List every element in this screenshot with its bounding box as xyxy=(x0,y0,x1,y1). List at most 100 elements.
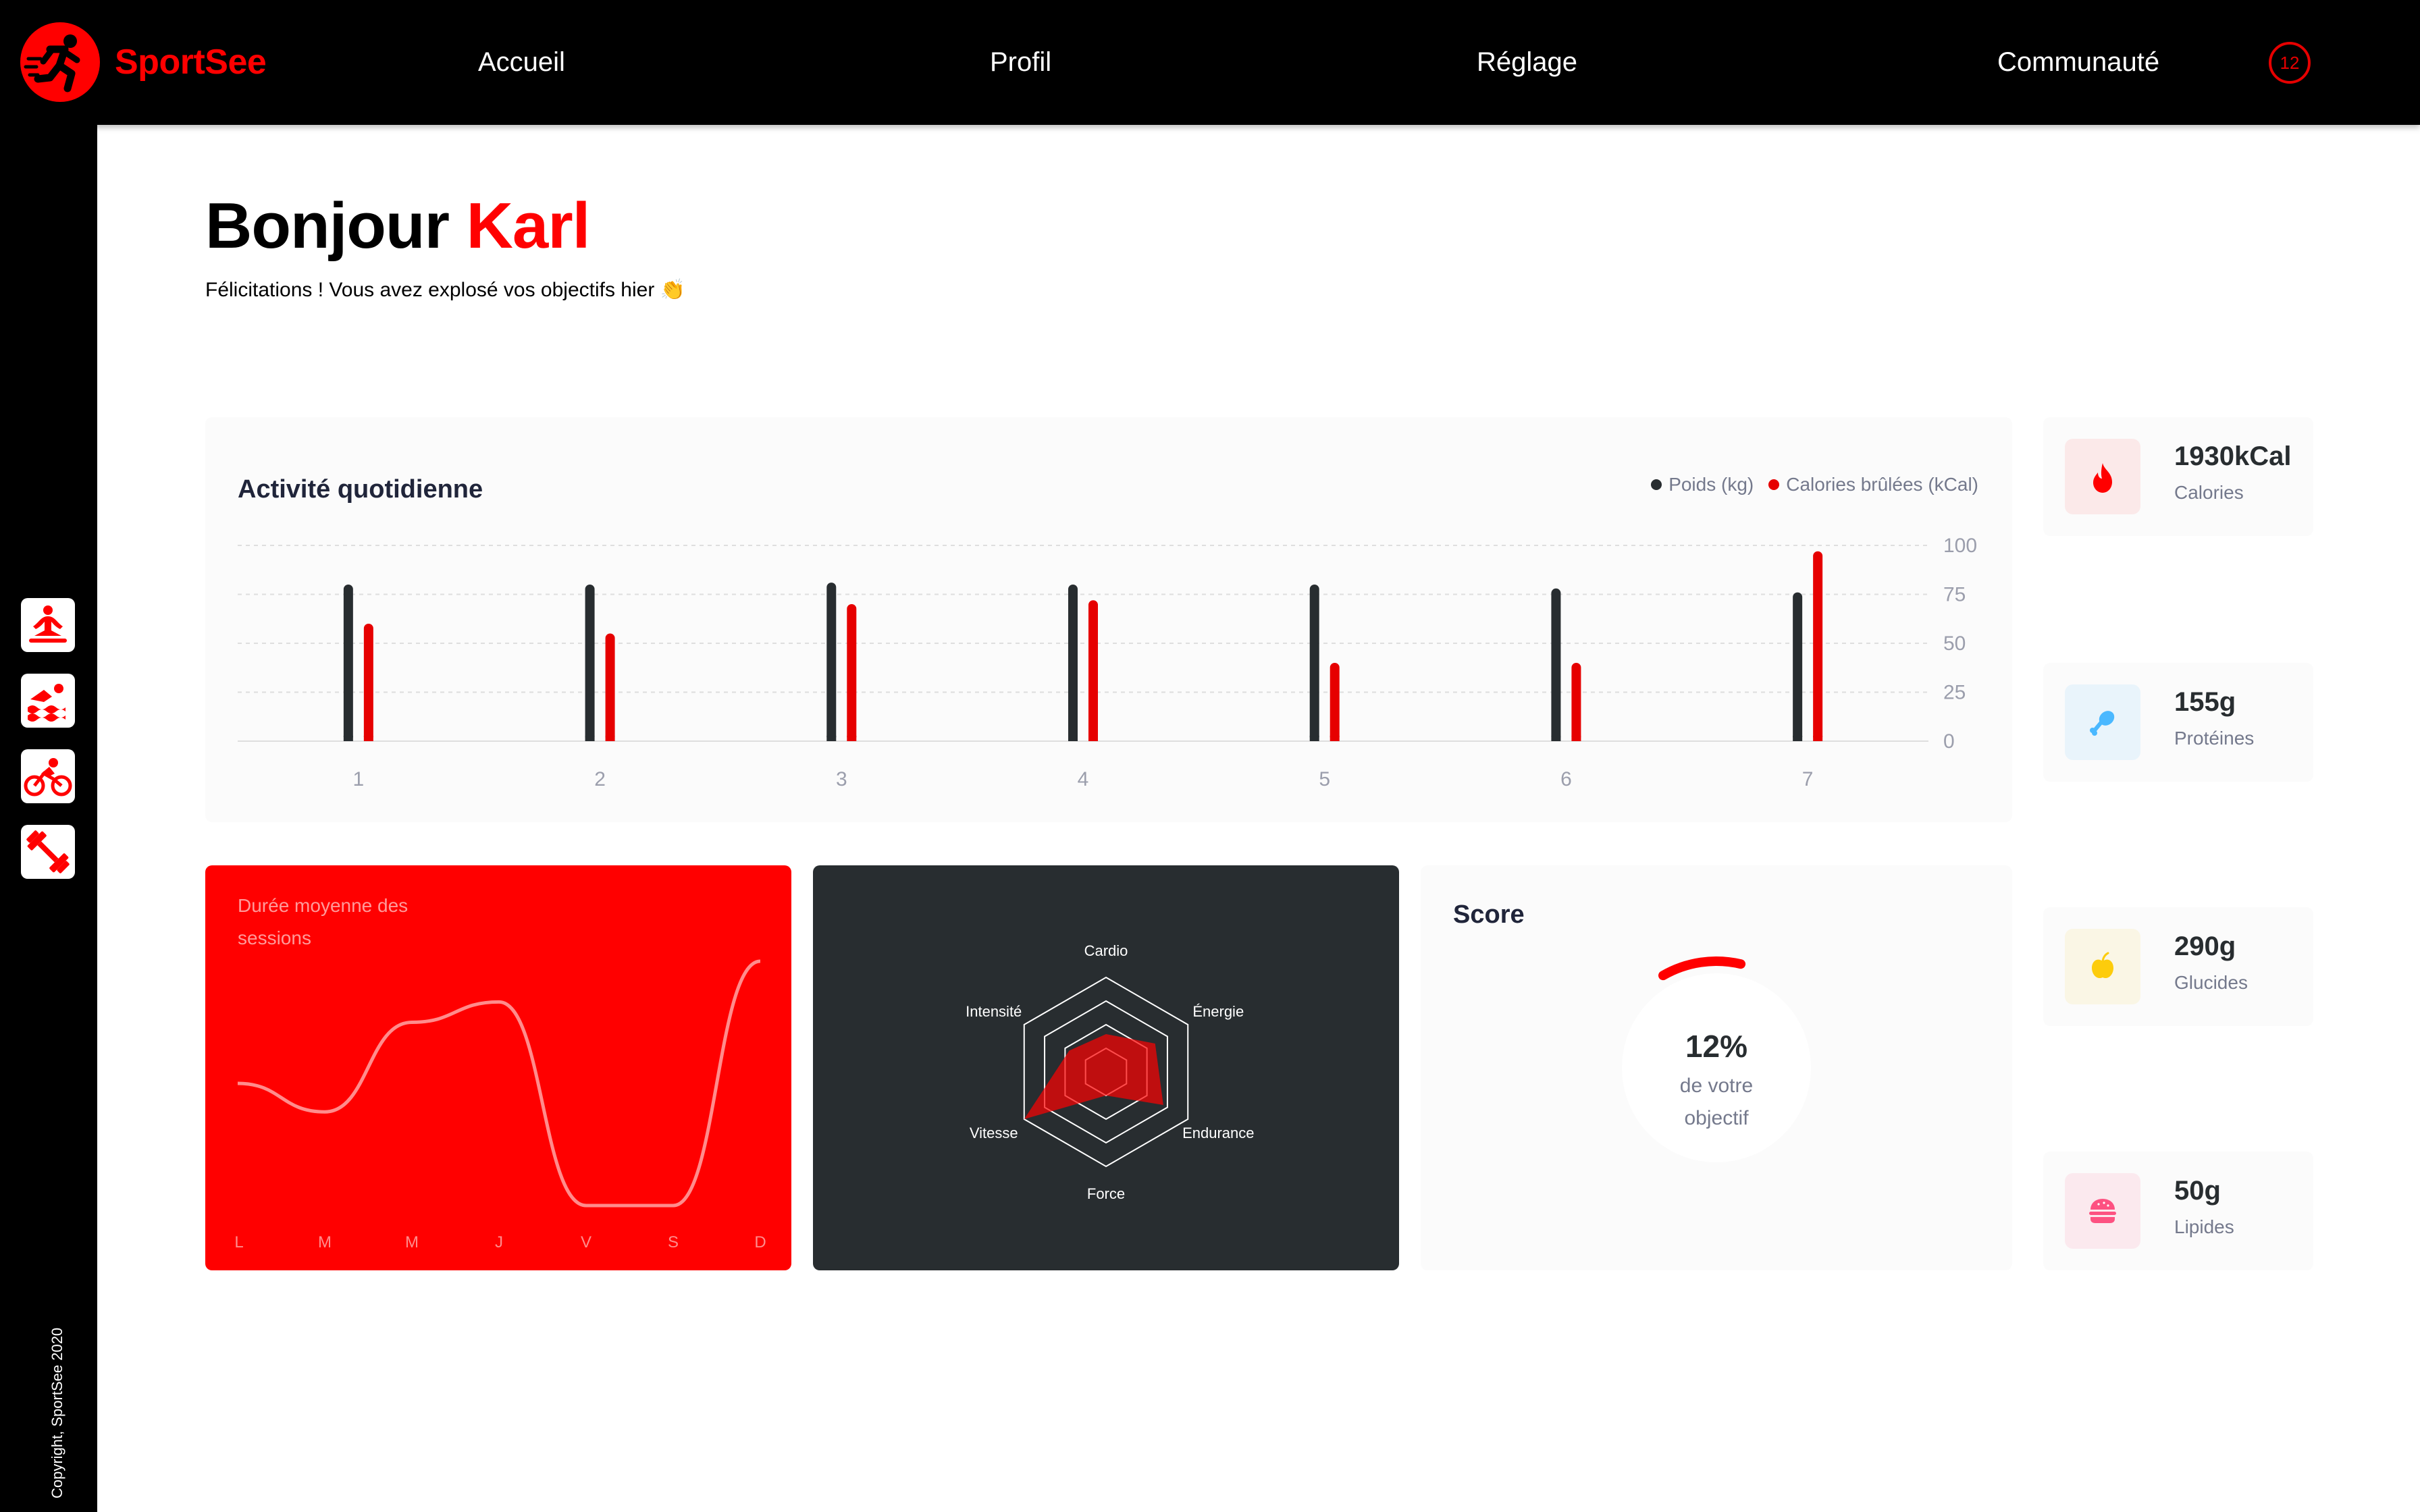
x-tick-label: 6 xyxy=(1560,768,1572,790)
sessions-line xyxy=(237,959,761,1208)
bar-base xyxy=(1813,736,1823,741)
x-tick-label: 1 xyxy=(353,768,365,790)
burger-icon xyxy=(2065,1173,2140,1249)
calories-bar xyxy=(1813,551,1823,741)
performance-radar-chart: Cardio Énergie Endurance Force Vitesse Intens… xyxy=(966,942,1254,1202)
user-name: Karl xyxy=(466,190,591,262)
day-label: L xyxy=(234,1233,243,1251)
day-label: J xyxy=(495,1233,503,1251)
kpi-calories-label: Calories xyxy=(2174,482,2244,503)
x-tick-label: 4 xyxy=(1078,768,1089,790)
bar-base xyxy=(847,736,857,741)
x-tick-label: 5 xyxy=(1319,768,1330,790)
swimming-icon[interactable] xyxy=(21,674,75,728)
calories-bar xyxy=(1088,600,1098,741)
bar-base xyxy=(1571,736,1581,741)
sidebar: Copyright, SportSee 2020 xyxy=(0,0,97,1512)
bar-base xyxy=(1330,736,1340,741)
day-label: M xyxy=(405,1233,419,1251)
radar-axis-label: Vitesse xyxy=(970,1125,1018,1141)
day-label: D xyxy=(754,1233,766,1251)
calories-bar xyxy=(1330,663,1340,741)
kpi-lipids-label: Lipides xyxy=(2174,1216,2234,1237)
runner-logo-icon xyxy=(20,22,100,102)
bar-base xyxy=(826,736,837,741)
kpi-calories-value: 1930kCal xyxy=(2174,441,2292,471)
nav-accueil[interactable]: Accueil xyxy=(478,43,565,81)
apple-icon xyxy=(2065,929,2140,1004)
x-tick-label: 3 xyxy=(836,768,847,790)
radar-axis-label: Énergie xyxy=(1192,1003,1244,1020)
bar-base xyxy=(363,736,373,741)
score-caption-line2: objectif xyxy=(1684,1107,1749,1129)
cycling-icon[interactable] xyxy=(21,749,75,803)
y-tick-label: 0 xyxy=(1943,730,1955,753)
score-radial-chart: 12% de votre objectif xyxy=(1622,956,1811,1162)
score-card: Score 12% de votre objectif xyxy=(1421,865,2012,1270)
calories-bar xyxy=(1571,663,1581,741)
bar-base xyxy=(1088,736,1098,741)
bar-base xyxy=(1309,736,1319,741)
bar-base xyxy=(343,736,353,741)
flame-icon xyxy=(2065,439,2140,514)
bar-base xyxy=(605,736,615,741)
sessions-line-chart: LMMJVSD xyxy=(234,959,766,1251)
greeting-message: Félicitations ! Vous avez explosé vos ob… xyxy=(205,279,686,301)
kpi-proteins-label: Protéines xyxy=(2174,728,2255,749)
calories-bar xyxy=(363,624,373,741)
notification-badge[interactable]: 12 xyxy=(2269,42,2311,84)
weight-bar xyxy=(1309,585,1319,741)
nav-reglage[interactable]: Réglage xyxy=(1477,43,1577,81)
kpi-proteins-value: 155g xyxy=(2174,687,2236,717)
daily-activity-card: Activité quotidienne Poids (kg) Calories… xyxy=(205,417,2012,822)
kpi-carbs: 290g Glucides xyxy=(2043,907,2313,1026)
score-caption-line1: de votre xyxy=(1680,1075,1753,1097)
weight-bar xyxy=(343,585,353,741)
dumbbell-icon[interactable] xyxy=(21,825,75,879)
weight-bar xyxy=(826,583,837,741)
kpi-carbs-value: 290g xyxy=(2174,932,2236,961)
calories-bar xyxy=(847,604,857,741)
bar-base xyxy=(1551,736,1561,741)
radar-axis-label: Intensité xyxy=(966,1003,1022,1020)
weight-bar xyxy=(1551,588,1561,741)
kpi-lipids: 50g Lipides xyxy=(2043,1152,2313,1270)
brand-name: SportSee xyxy=(115,43,267,82)
top-navigation: SportSee Accueil Profil Réglage Communau… xyxy=(0,0,2420,125)
logo[interactable]: SportSee xyxy=(20,20,267,104)
nav-profil[interactable]: Profil xyxy=(990,43,1051,81)
y-tick-label: 50 xyxy=(1943,632,1966,655)
nav-communaute[interactable]: Communauté xyxy=(1997,43,2159,81)
day-label: M xyxy=(318,1233,332,1251)
weight-bar xyxy=(1793,592,1803,741)
y-tick-label: 75 xyxy=(1943,584,1966,606)
copyright-text: Copyright, SportSee 2020 xyxy=(49,1327,65,1498)
y-tick-label: 25 xyxy=(1943,682,1966,704)
weight-bar xyxy=(1068,585,1078,741)
performance-radar-card: Cardio Énergie Endurance Force Vitesse Intens… xyxy=(813,865,1399,1270)
bar-base xyxy=(585,736,595,741)
kpi-calories: 1930kCal Calories xyxy=(2043,417,2313,536)
page-title: Bonjour Karl xyxy=(205,189,591,263)
y-tick-label: 100 xyxy=(1943,535,1977,557)
score-value: 12% xyxy=(1685,1029,1747,1064)
score-background-circle xyxy=(1622,973,1811,1162)
bar-base xyxy=(1068,736,1078,741)
bar-base xyxy=(1793,736,1803,741)
kpi-proteins: 155g Protéines xyxy=(2043,663,2313,782)
radar-axis-label: Endurance xyxy=(1182,1125,1254,1141)
kpi-lipids-value: 50g xyxy=(2174,1176,2221,1206)
x-tick-label: 2 xyxy=(594,768,606,790)
chicken-leg-icon xyxy=(2065,684,2140,760)
meditation-icon[interactable] xyxy=(21,598,75,652)
calories-bar xyxy=(605,633,615,741)
greeting-hello: Bonjour xyxy=(205,190,450,262)
day-label: V xyxy=(581,1233,591,1251)
average-sessions-card: Durée moyenne des sessions LMMJVSD xyxy=(205,865,791,1270)
x-tick-label: 7 xyxy=(1802,768,1814,790)
activity-bar-chart: 0 25 50 75 100 1 2 3 4 5 6 7 xyxy=(238,535,1977,790)
day-label: S xyxy=(668,1233,679,1251)
kpi-carbs-label: Glucides xyxy=(2174,972,2248,993)
radar-axis-label: Cardio xyxy=(1084,942,1128,959)
weight-bar xyxy=(585,585,595,741)
